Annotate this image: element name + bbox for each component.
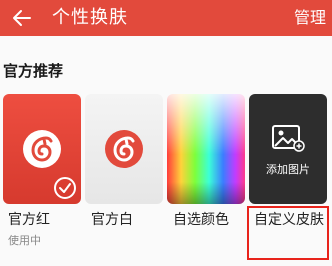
section-title: 官方推荐 (3, 62, 64, 80)
add-image-icon (271, 124, 305, 152)
skin-label-official-red: 官方红 (8, 212, 50, 228)
skin-tile-custom-color[interactable] (167, 94, 245, 204)
netease-music-logo-icon (104, 129, 144, 169)
back-button[interactable] (8, 4, 36, 32)
skin-tile-official-red[interactable] (3, 94, 81, 204)
arrow-left-icon (13, 10, 31, 26)
add-image-label: 添加图片 (266, 163, 310, 176)
skin-label-custom-color: 自选颜色 (173, 212, 229, 228)
skin-tile-custom-skin[interactable]: 添加图片 (249, 94, 327, 204)
highlight-box (247, 206, 329, 260)
manage-button[interactable]: 管理 (294, 6, 326, 30)
skin-tile-official-white[interactable] (85, 94, 163, 204)
in-use-status: 使用中 (8, 234, 41, 247)
skin-label-official-white: 官方白 (91, 212, 133, 228)
netease-music-logo-icon (22, 129, 62, 169)
selected-check-icon (54, 177, 76, 199)
app-bar: 个性换肤 管理 (0, 0, 332, 36)
color-spectrum (167, 94, 245, 204)
page-title: 个性换肤 (52, 7, 128, 28)
